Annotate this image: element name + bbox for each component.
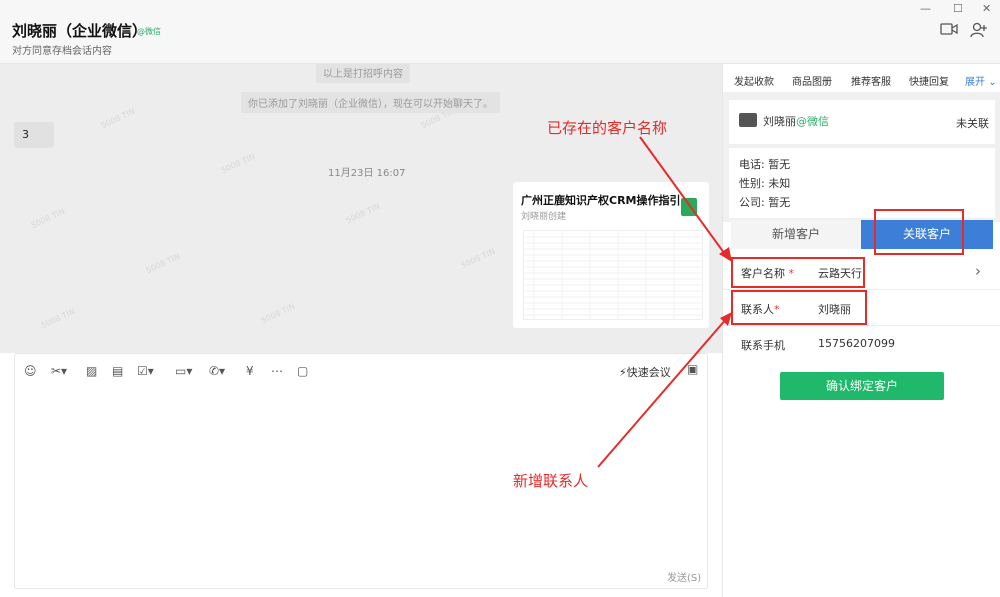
contact-card-icon bbox=[739, 113, 757, 127]
annotation-box-link-customer bbox=[874, 209, 964, 255]
watermark: 5008 TIN bbox=[99, 106, 137, 131]
send-button[interactable]: 发送(S) bbox=[667, 569, 701, 584]
annotation-box-customer-name bbox=[731, 257, 865, 288]
quick-meeting-button[interactable]: ⚡快速会议 bbox=[619, 364, 671, 380]
schedule-icon[interactable]: ▢ bbox=[297, 364, 308, 378]
link-status: 未关联 bbox=[956, 117, 989, 130]
chevron-down-icon: ⌄ bbox=[988, 77, 997, 88]
contact-wechat-tag: @微信 bbox=[796, 115, 829, 128]
contact-phone-label: 联系手机 bbox=[741, 339, 785, 352]
confirm-bind-customer-button[interactable]: 确认绑定客户 bbox=[780, 372, 944, 400]
tab-quick-reply[interactable]: 快捷回复 bbox=[909, 73, 949, 88]
watermark: 5008 TIN bbox=[219, 151, 257, 176]
spreadsheet-preview bbox=[523, 230, 703, 320]
chevron-right-icon[interactable]: › bbox=[975, 262, 981, 280]
contact-info: 电话: 暂无 性别: 未知 公司: 暂无 bbox=[729, 148, 995, 218]
contact-name-line: 刘晓丽@微信 bbox=[763, 113, 829, 129]
doc-title: 广州正鹿知识产权CRM操作指引 bbox=[521, 194, 681, 207]
watermark: 5008 TIN bbox=[39, 306, 77, 331]
message-list[interactable]: 5008 TIN 5008 TIN 5008 TIN 5008 TIN 5008… bbox=[0, 64, 722, 353]
system-message: 你已添加了刘晓丽（企业微信），现在可以开始聊天了。 bbox=[241, 92, 500, 113]
tab-recommend-service[interactable]: 推荐客服 bbox=[851, 73, 891, 88]
message-composer[interactable]: ☺ ✂▾ ▨ ▤ ☑▾ ▭▾ ✆▾ ¥ ⋯ ▢ ⚡快速会议 ▣ 发送(S) bbox=[14, 353, 708, 589]
watermark: 5008 TIN bbox=[344, 201, 382, 226]
history-icon[interactable]: ▣ bbox=[687, 362, 698, 376]
document-icon[interactable]: ▤ bbox=[112, 364, 123, 378]
maximize-icon[interactable]: ☐ bbox=[953, 2, 963, 15]
system-message: 以上是打招呼内容 bbox=[316, 64, 410, 83]
annotation-box-contact-person bbox=[731, 290, 867, 325]
emoji-icon[interactable]: ☺ bbox=[24, 364, 37, 378]
contact-card: 刘晓丽@微信 未关联 bbox=[729, 100, 995, 144]
spreadsheet-icon bbox=[681, 198, 697, 216]
wechat-tag: @微信 bbox=[137, 27, 161, 36]
tab-expand[interactable]: 展开 ⌄ bbox=[965, 73, 997, 88]
gender-info: 性别: 未知 bbox=[739, 177, 791, 190]
message-timestamp: 11月23日 16:07 bbox=[328, 168, 406, 179]
watermark: 5008 TIN bbox=[29, 206, 67, 231]
add-member-icon[interactable] bbox=[970, 22, 988, 41]
tab-collect-payment[interactable]: 发起收款 bbox=[734, 73, 774, 88]
calendar-icon[interactable]: ☑▾ bbox=[137, 364, 154, 378]
chat-header: 刘晓丽（企业微信） @微信 对方同意存档会话内容 — ☐ ✕ bbox=[0, 0, 1000, 64]
shared-doc-card[interactable]: 广州正鹿知识产权CRM操作指引 刘晓丽创建 bbox=[513, 182, 709, 328]
red-packet-icon[interactable]: ¥ bbox=[246, 364, 254, 378]
tab-product-catalog[interactable]: 商品图册 bbox=[792, 73, 832, 88]
message-bubble[interactable]: 3 bbox=[14, 122, 54, 148]
contact-section: 刘晓丽@微信 未关联 电话: 暂无 性别: 未知 公司: 暂无 bbox=[723, 92, 1000, 222]
company-info: 公司: 暂无 bbox=[739, 196, 791, 209]
video-call-icon[interactable] bbox=[940, 22, 958, 39]
annotation-new-contact: 新增联系人 bbox=[513, 472, 589, 490]
watermark: 5008 TIN bbox=[459, 246, 497, 271]
lightning-icon: ⚡ bbox=[619, 366, 627, 379]
watermark: 5008 TIN bbox=[259, 301, 297, 326]
chat-title: 刘晓丽（企业微信） bbox=[12, 22, 148, 40]
quick-meeting-label: 快速会议 bbox=[626, 366, 671, 379]
watermark: 5008 TIN bbox=[144, 251, 182, 276]
more-icon[interactable]: ⋯ bbox=[271, 364, 283, 378]
contact-phone-input[interactable]: 15756207099 bbox=[818, 337, 895, 350]
contact-name: 刘晓丽 bbox=[763, 115, 796, 128]
annotation-existing-customer: 已存在的客户名称 bbox=[547, 119, 668, 137]
customer-sidebar: 发起收款 商品图册 推荐客服 快捷回复 展开 ⌄ 刘晓丽@微信 未关联 电话: … bbox=[722, 64, 1000, 597]
close-icon[interactable]: ✕ bbox=[982, 2, 991, 15]
contact-phone-row[interactable]: 联系手机 15756207099 bbox=[723, 326, 1000, 362]
phone-icon[interactable]: ✆▾ bbox=[209, 364, 225, 378]
phone-info: 电话: 暂无 bbox=[739, 158, 791, 171]
archive-consent-note: 对方同意存档会话内容 bbox=[12, 46, 112, 57]
folder-icon[interactable]: ▭▾ bbox=[175, 364, 192, 378]
minimize-icon[interactable]: — bbox=[920, 2, 931, 15]
doc-creator: 刘晓丽创建 bbox=[521, 212, 567, 222]
screenshot-scissors-icon[interactable]: ✂▾ bbox=[51, 364, 67, 378]
new-customer-button[interactable]: 新增客户 bbox=[731, 220, 861, 249]
image-icon[interactable]: ▨ bbox=[86, 364, 97, 378]
expand-label: 展开 bbox=[965, 77, 985, 88]
